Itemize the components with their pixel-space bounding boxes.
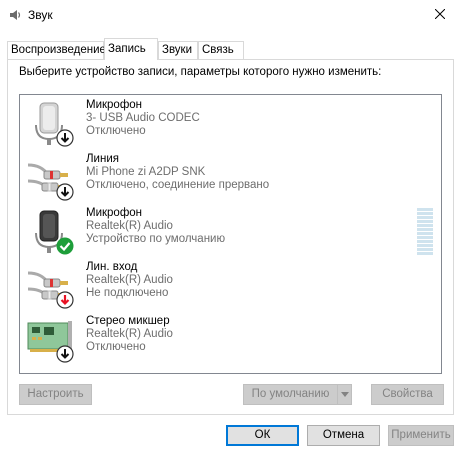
configure-button[interactable]: Настроить xyxy=(19,384,92,405)
device-driver: Realtek(R) Audio xyxy=(86,328,173,340)
ok-button[interactable]: ОК xyxy=(226,425,299,446)
tab-recording[interactable]: Запись xyxy=(104,38,158,60)
device-name: Лин. вход xyxy=(86,261,138,273)
device-status: Отключено xyxy=(86,125,146,137)
list-item[interactable]: Лин. вход Realtek(R) Audio Не подключено xyxy=(20,259,420,313)
device-name: Стерео микшер xyxy=(86,315,170,327)
list-item[interactable]: Стерео микшер Realtek(R) Audio Отключено xyxy=(20,313,420,367)
red-down-arrow-badge xyxy=(56,291,74,309)
tab-playback[interactable]: Воспроизведение xyxy=(7,41,106,60)
set-default-button[interactable]: По умолчанию xyxy=(243,384,352,405)
speaker-icon xyxy=(8,8,22,22)
down-arrow-badge xyxy=(56,345,74,363)
set-default-label: По умолчанию xyxy=(251,388,330,400)
device-name: Микрофон xyxy=(86,207,143,219)
apply-button[interactable]: Применить xyxy=(388,425,454,446)
cancel-button[interactable]: Отмена xyxy=(307,425,380,446)
device-status: Устройство по умолчанию xyxy=(86,233,226,245)
device-driver: Realtek(R) Audio xyxy=(86,220,173,232)
tab-communications[interactable]: Связь xyxy=(198,41,244,60)
device-driver: Mi Phone zi A2DP SNK xyxy=(86,166,206,178)
device-driver: Realtek(R) Audio xyxy=(86,274,173,286)
device-status: Отключено xyxy=(86,341,146,353)
tab-sounds[interactable]: Звуки xyxy=(158,41,198,60)
instruction-text: Выберите устройство записи, параметры ко… xyxy=(19,66,382,78)
device-status: Отключено, соединение прервано xyxy=(86,179,270,191)
device-driver: 3- USB Audio CODEC xyxy=(86,112,200,124)
list-item[interactable]: Линия Mi Phone zi A2DP SNK Отключено, со… xyxy=(20,151,420,205)
down-arrow-badge xyxy=(56,183,74,201)
down-arrow-badge xyxy=(56,129,74,147)
chevron-down-icon[interactable] xyxy=(337,385,351,404)
list-item[interactable]: Микрофон 3- USB Audio CODEC Отключено xyxy=(20,97,420,151)
close-icon xyxy=(434,8,446,22)
device-status: Не подключено xyxy=(86,287,169,299)
recording-panel: Выберите устройство записи, параметры ко… xyxy=(7,59,454,415)
level-meter xyxy=(417,208,433,256)
properties-button[interactable]: Свойства xyxy=(371,384,444,405)
close-button[interactable] xyxy=(428,4,452,26)
device-name: Микрофон xyxy=(86,99,143,111)
default-check-badge xyxy=(56,237,74,255)
list-item[interactable]: Микрофон Realtek(R) Audio Устройство по … xyxy=(20,205,420,259)
window-title: Звук xyxy=(28,8,53,22)
device-name: Линия xyxy=(86,153,119,165)
device-list[interactable]: Микрофон 3- USB Audio CODEC Отключено Ли… xyxy=(19,94,442,374)
title-bar: Звук xyxy=(0,0,461,30)
